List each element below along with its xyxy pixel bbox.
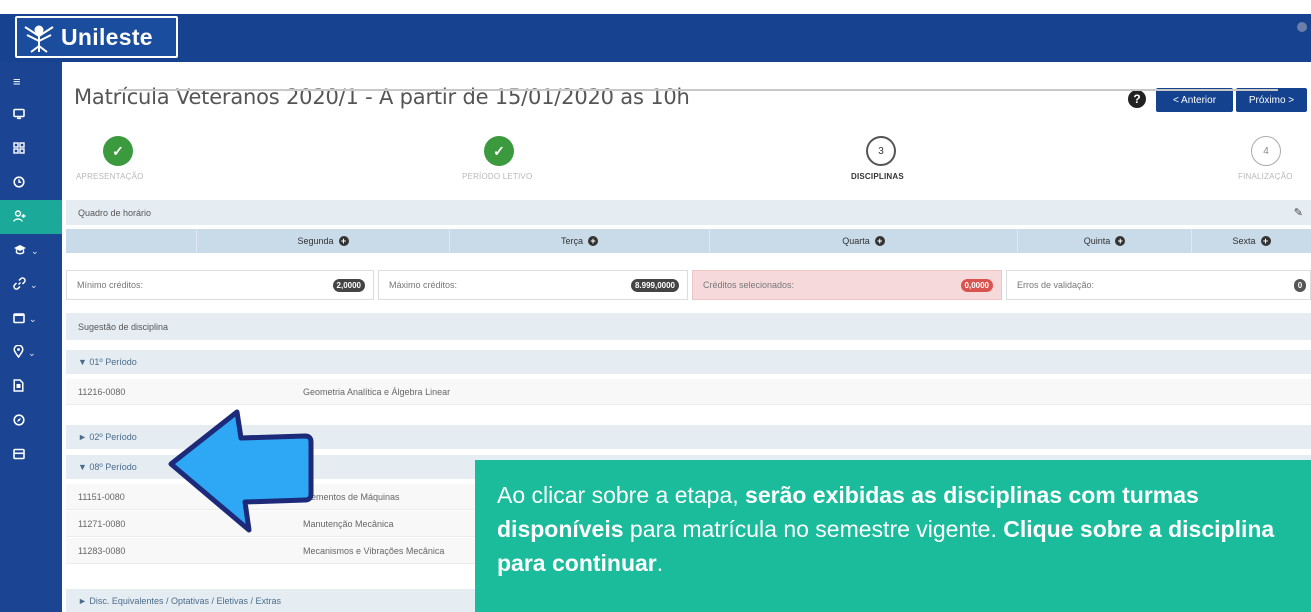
left-arrow-icon [168,409,314,533]
unileste-logo-icon [17,18,61,56]
user-menu-icon[interactable] [1297,22,1307,32]
help-icon[interactable]: ? [1128,90,1146,108]
brand-name: Unileste [61,23,153,50]
selected-credits-box: Créditos selecionados: 0,0000 [692,270,1002,300]
discipline-name: Mecanismos e Vibrações Mecânica [303,546,445,556]
document-icon [13,379,24,395]
day-wednesday[interactable]: Quarta + [709,229,1017,253]
add-icon[interactable]: + [1260,236,1271,246]
discipline-code: 11216-0080 [78,387,126,397]
previous-button[interactable]: < Anterior [1156,88,1233,112]
validation-errors-badge: 0 [1294,279,1306,292]
step-4-number: 4 [1263,145,1269,157]
discipline-code: 11151-0080 [78,492,125,502]
day-tuesday[interactable]: Terça + [449,229,709,253]
max-credits-badge: 8.999,0000 [630,279,679,292]
instruction-callout: Ao clicar sobre a etapa, serão exibidas … [475,460,1311,612]
discipline-code: 11283-0080 [78,546,126,556]
sidebar-item-explore[interactable] [0,404,62,438]
add-icon[interactable]: + [588,236,598,246]
add-icon[interactable]: + [338,236,349,246]
stepper-line [118,89,1278,91]
step-4-circle[interactable]: 4 [1251,136,1281,166]
chevron-down-icon: ⌄ [28,347,36,358]
sidebar-item-reports[interactable] [0,370,62,404]
sidebar-item-links[interactable]: ⌄ [0,268,62,302]
schedule-days-row: Segunda + Terça + Quarta + Quinta + Sexta + [66,229,1311,253]
discipline-code: 11271-0080 [78,519,126,529]
compass-icon [13,413,25,429]
step-3-number: 3 [878,145,884,157]
step-3-label[interactable]: DISCIPLINAS [851,172,904,181]
monitor-icon [13,108,25,123]
step-2-label[interactable]: PERÍODO LETIVO [462,172,532,181]
menu-icon: ≡ [13,73,21,89]
step-2-circle[interactable]: ✓ [484,136,514,166]
sidebar-item-academic[interactable]: ⌄ [0,234,62,268]
sidebar-item-history[interactable] [0,166,62,200]
sidebar-item-location[interactable]: ⌄ [0,336,62,370]
sidebar-item-dashboard[interactable] [0,132,62,166]
top-bar-strip [0,14,1311,62]
suggestion-panel-header: Sugestão de disciplina [66,313,1311,340]
next-button[interactable]: Próximo > [1236,88,1307,112]
edit-pencil-icon[interactable]: ✎ [1294,206,1303,219]
step-4-label[interactable]: FINALIZAÇÃO [1238,172,1293,181]
discipline-name: Manutenção Mecânica [303,519,394,529]
chevron-down-icon: ⌄ [31,245,39,256]
discipline-name: Geometria Analítica e Álgebra Linear [303,387,451,397]
sidebar-item-monitor[interactable] [0,98,62,132]
schedule-panel-header: Quadro de horário ✎ [66,200,1311,225]
location-pin-icon [13,344,24,361]
validation-errors-box: Erros de validação: 0 [1006,270,1311,300]
clock-icon [13,175,25,191]
top-bar: Unileste [0,0,1311,62]
step-1-label[interactable]: APRESENTAÇÃO [76,172,144,181]
period-01-toggle[interactable]: ▼ 01º Período [66,350,1311,374]
sidebar: ≡ ⌄ ⌄ ⌄ ⌄ [0,62,62,612]
step-1-circle[interactable]: ✓ [103,136,133,166]
link-icon [13,277,26,293]
day-monday[interactable]: Segunda + [196,229,449,253]
chevron-down-icon: ⌄ [30,279,38,290]
add-icon[interactable]: + [1115,236,1126,246]
min-credits-badge: 2,0000 [332,279,365,292]
discipline-name: Elementos de Máquinas [303,492,400,502]
brand-logo[interactable]: Unileste [15,16,178,58]
step-3-circle[interactable]: 3 [866,136,896,166]
check-icon: ✓ [112,142,124,159]
selected-credits-badge: 0,0000 [960,279,993,292]
card-icon [13,448,25,463]
suggestion-title: Sugestão de disciplina [78,321,169,332]
max-credits-box: Máximo créditos: 8.999,0000 [378,270,688,300]
day-friday[interactable]: Sexta + [1191,229,1311,253]
sidebar-item-enrollment[interactable] [0,200,62,234]
chevron-down-icon: ⌄ [29,313,37,324]
sidebar-menu-toggle[interactable]: ≡ [0,64,62,98]
user-add-icon [13,209,27,225]
table-row[interactable]: 11216-0080 Geometria Analítica e Álgebra… [66,379,1311,405]
min-credits-box: Mínimo créditos: 2,0000 [66,270,374,300]
folder-icon [13,312,25,327]
day-thursday[interactable]: Quinta + [1017,229,1191,253]
check-icon: ✓ [493,142,505,159]
sidebar-item-finance[interactable] [0,438,62,472]
graduation-cap-icon [13,244,27,259]
credits-row: Mínimo créditos: 2,0000 Máximo créditos:… [66,270,1311,300]
sidebar-item-documents[interactable]: ⌄ [0,302,62,336]
grid-icon [13,141,25,157]
schedule-corner-cell [66,229,196,253]
schedule-title: Quadro de horário [78,207,152,218]
add-icon[interactable]: + [874,236,885,246]
